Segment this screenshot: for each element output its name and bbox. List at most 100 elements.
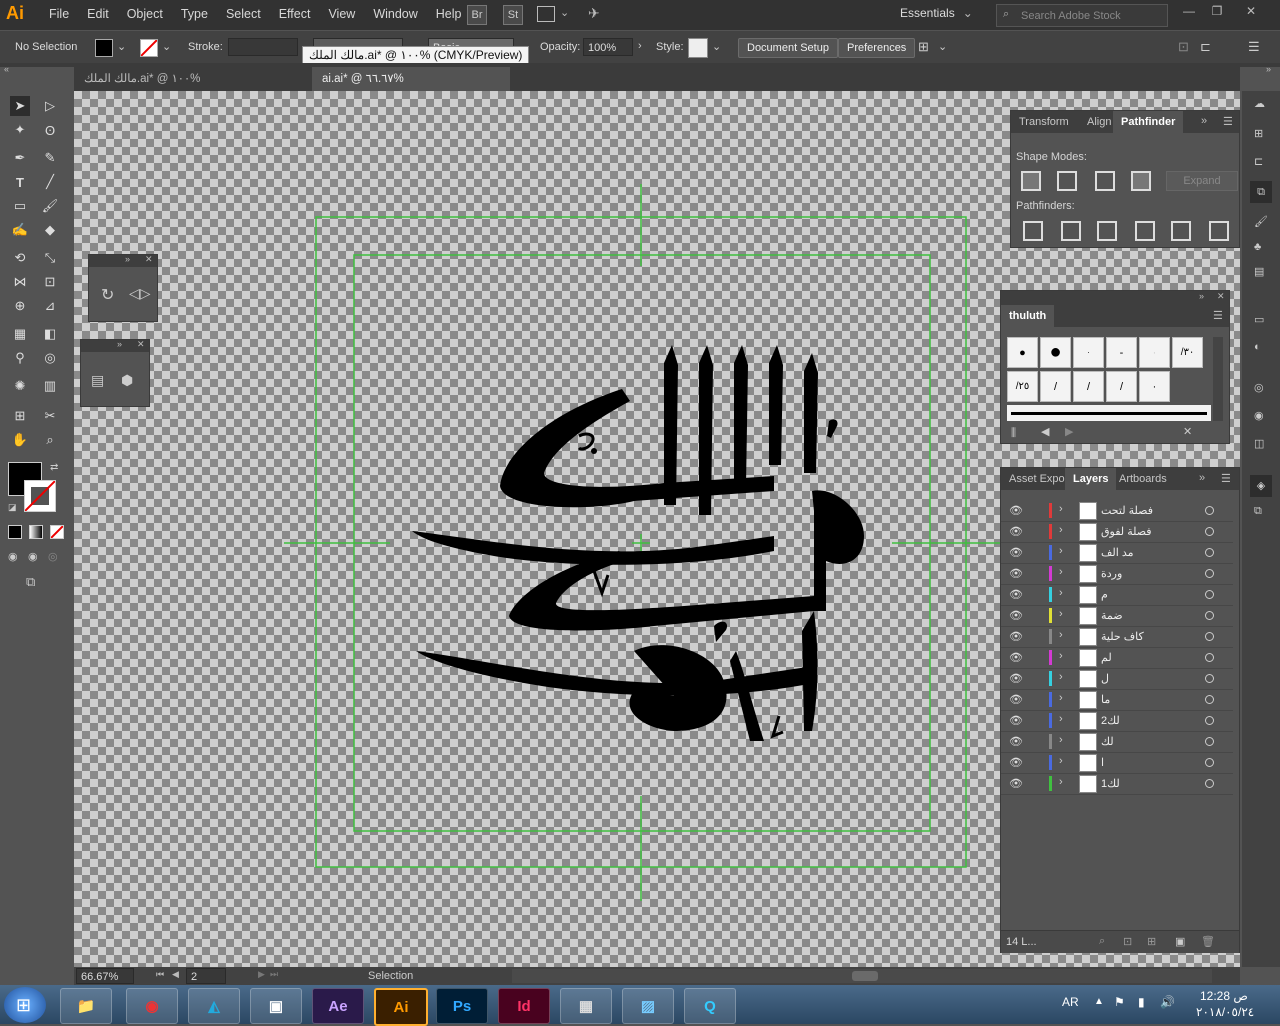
layer-row[interactable]: 👁 › ضمة — [1001, 605, 1233, 627]
panel-menu-icon[interactable]: ☰ — [1223, 115, 1233, 128]
visibility-eye-icon[interactable]: 👁 — [1009, 609, 1023, 622]
target-icon[interactable] — [1205, 674, 1214, 683]
collapse-icon[interactable]: » — [1201, 115, 1207, 127]
trim-icon[interactable] — [1061, 221, 1081, 241]
menu-edit[interactable]: Edit — [78, 7, 118, 21]
target-icon[interactable] — [1205, 758, 1214, 767]
layer-row[interactable]: 👁 › م — [1001, 584, 1233, 606]
next-library-icon[interactable]: ▶ — [1065, 425, 1073, 438]
prev-library-icon[interactable]: ◀ — [1041, 425, 1049, 438]
target-icon[interactable] — [1205, 737, 1214, 746]
target-icon[interactable] — [1205, 632, 1214, 641]
document-setup-button[interactable]: Document Setup — [738, 38, 838, 58]
shaper-tool-icon[interactable]: ✍ — [10, 220, 30, 240]
tab-document-1[interactable]: مالك الملك.ai* @ ١٠٠% (CMYK/Preview)✕ — [74, 67, 314, 109]
bridge-button[interactable]: Br — [467, 5, 487, 25]
new-sublayer-icon[interactable]: ⊞ — [1147, 935, 1156, 948]
none-mode-icon[interactable] — [50, 525, 64, 539]
chevron-right-icon[interactable]: › — [1059, 629, 1063, 641]
stroke-weight-field[interactable] — [228, 38, 298, 56]
volume-icon[interactable]: 🔊 — [1160, 995, 1175, 1009]
slice-tool-icon[interactable]: ✂ — [40, 406, 60, 426]
target-icon[interactable] — [1205, 611, 1214, 620]
collapse-icon[interactable]: » — [125, 254, 130, 264]
symbol-sprayer-icon[interactable]: ✺ — [10, 376, 30, 396]
brush-swatch[interactable]: - — [1106, 337, 1137, 368]
tab-layers[interactable]: Layers — [1065, 468, 1117, 490]
brush-swatch[interactable]: / — [1040, 371, 1071, 402]
visibility-eye-icon[interactable]: 👁 — [1009, 693, 1023, 706]
line-tool-icon[interactable]: ╱ — [40, 172, 60, 192]
after-effects-taskbar-icon[interactable]: Ae — [312, 988, 364, 1024]
collapse-icon[interactable]: » — [1199, 472, 1205, 484]
transparency-icon[interactable]: ◫ — [1254, 437, 1264, 450]
swatches-icon[interactable]: ▤ — [1254, 265, 1264, 278]
selection-tool-icon[interactable]: ➤ — [10, 96, 30, 116]
brush-swatch[interactable]: ● — [1040, 337, 1071, 368]
chevron-right-icon[interactable]: › — [1059, 713, 1063, 725]
visibility-eye-icon[interactable]: 👁 — [1009, 567, 1023, 580]
layer-row[interactable]: 👁 › مد الف — [1001, 542, 1233, 564]
transform-icon[interactable]: ⊞ — [1254, 127, 1263, 140]
pen-tool-icon[interactable]: ✒ — [10, 148, 30, 168]
tab-pathfinder[interactable]: Pathfinder — [1113, 111, 1184, 133]
lasso-icon[interactable]: ʘ — [40, 120, 60, 140]
visibility-eye-icon[interactable]: 👁 — [1009, 714, 1023, 727]
draw-normal-icon[interactable]: ◉ — [8, 550, 18, 563]
target-icon[interactable] — [1205, 716, 1214, 725]
visibility-eye-icon[interactable]: 👁 — [1009, 777, 1023, 790]
show-hidden-icons-icon[interactable]: ▲ — [1094, 996, 1104, 1007]
draw-behind-icon[interactable]: ◉ — [28, 550, 38, 563]
next-artboard-icon[interactable]: ▶ — [258, 969, 265, 980]
tab-transform[interactable]: Transform — [1011, 111, 1077, 133]
expand-button[interactable]: Expand — [1166, 171, 1238, 191]
layer-row[interactable]: 👁 › كاف حلية — [1001, 626, 1233, 648]
graph-data-icon[interactable]: ▤ — [91, 372, 104, 389]
menu-file[interactable]: File — [40, 7, 78, 21]
layer-row[interactable]: 👁 › لم — [1001, 647, 1233, 669]
intersect-icon[interactable] — [1095, 171, 1115, 191]
visibility-eye-icon[interactable]: 👁 — [1009, 651, 1023, 664]
target-icon[interactable] — [1205, 506, 1214, 515]
color-guide-icon[interactable]: ◉ — [1254, 409, 1264, 422]
isolate-icon[interactable]: ⊡ — [1178, 39, 1189, 55]
calculator-taskbar-icon[interactable]: ▦ — [560, 988, 612, 1024]
layer-row[interactable]: 👁 › لك2 — [1001, 710, 1233, 732]
clock-date[interactable]: ٢٠١٨/٠٥/٢٤ — [1196, 1005, 1254, 1019]
layer-row[interactable]: 👁 › وردة — [1001, 563, 1233, 585]
target-icon[interactable] — [1205, 569, 1214, 578]
new-layer-icon[interactable]: ▣ — [1175, 935, 1185, 948]
minus-back-icon[interactable] — [1209, 221, 1229, 241]
trash-icon[interactable]: 🗑 — [1201, 935, 1215, 948]
expand-icon[interactable]: » — [1266, 64, 1271, 74]
reflect-icon[interactable]: ◁▷ — [129, 285, 151, 302]
stock-button[interactable]: St — [503, 5, 523, 25]
layer-row[interactable]: 👁 › لك1 — [1001, 773, 1233, 795]
type-tool-icon[interactable]: T — [10, 172, 30, 192]
illustrator-taskbar-icon[interactable]: Ai — [374, 988, 428, 1026]
rotate-icon[interactable]: ↻ — [101, 285, 114, 305]
brush-swatch[interactable]: / — [1106, 371, 1137, 402]
exclude-icon[interactable] — [1131, 171, 1151, 191]
crop-icon[interactable] — [1135, 221, 1155, 241]
stock-search-input[interactable]: ⌕ Search Adobe Stock — [996, 4, 1168, 27]
menu-select[interactable]: Select — [217, 7, 270, 21]
clock-time[interactable]: 12:28 ص — [1200, 989, 1248, 1003]
chevron-right-icon[interactable]: › — [1059, 692, 1063, 704]
align-icon[interactable]: ⊏ — [1254, 155, 1263, 168]
chevron-right-icon[interactable]: › — [1059, 545, 1063, 557]
tab-artboards[interactable]: Artboards — [1111, 468, 1175, 490]
minimize-icon[interactable]: — — [1178, 4, 1200, 20]
graphic-styles-icon[interactable]: ◎ — [1254, 381, 1264, 394]
horizontal-scrollbar[interactable] — [512, 969, 1212, 983]
chevron-right-icon[interactable]: › — [1059, 671, 1063, 683]
chevron-right-icon[interactable]: › — [1059, 755, 1063, 767]
layers-icon[interactable]: ◈ — [1250, 475, 1272, 497]
network-icon[interactable]: ▮ — [1138, 995, 1145, 1009]
shape-builder-icon[interactable]: ⊕ — [10, 296, 30, 316]
cc-libraries-icon[interactable]: ☁ — [1254, 97, 1265, 110]
chevron-down-icon[interactable]: ⌄ — [117, 40, 126, 53]
pathfinder-icon[interactable]: ⧉ — [1250, 181, 1272, 203]
chevron-right-icon[interactable]: › — [1059, 524, 1063, 536]
target-icon[interactable] — [1205, 548, 1214, 557]
